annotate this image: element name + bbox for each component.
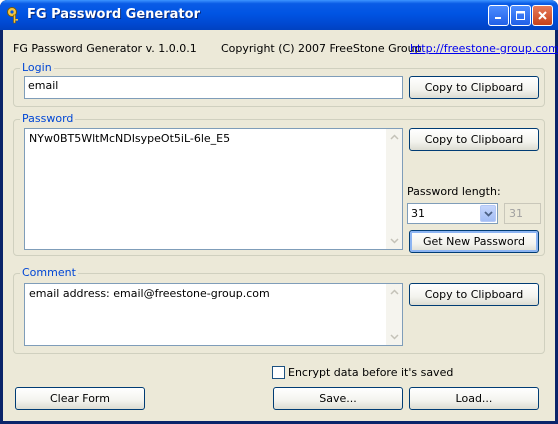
chevron-up-icon (389, 134, 399, 140)
window-title: FG Password Generator (27, 7, 200, 22)
save-button[interactable]: Save... (273, 387, 403, 410)
password-scrollbar[interactable] (386, 129, 402, 249)
clear-form-button[interactable]: Clear Form (15, 387, 145, 410)
minimize-icon (495, 17, 501, 19)
password-length-value: 31 (411, 207, 425, 220)
scroll-down-button[interactable] (386, 329, 402, 345)
login-copy-button[interactable]: Copy to Clipboard (409, 76, 539, 99)
scroll-up-button[interactable] (386, 284, 402, 300)
version-text: FG Password Generator v. 1.0.0.1 (13, 42, 197, 55)
comment-value: email address: email@freestone-group.com (29, 287, 270, 300)
key-icon (7, 7, 18, 24)
scroll-down-button[interactable] (386, 233, 402, 249)
close-icon (538, 11, 547, 20)
password-copy-button[interactable]: Copy to Clipboard (409, 128, 539, 151)
password-group-label: Password (20, 112, 76, 125)
get-new-password-button[interactable]: Get New Password (409, 230, 539, 253)
maximize-icon (516, 11, 525, 20)
close-button[interactable] (532, 5, 553, 26)
password-textarea[interactable]: NYw0BT5WltMcNDIsypeOt5iL-6le_E5 (24, 128, 403, 250)
comment-copy-button[interactable]: Copy to Clipboard (409, 283, 539, 306)
app-window: FG Password Generator FG Password Genera… (0, 0, 558, 424)
login-input[interactable]: email (24, 76, 403, 99)
dropdown-button[interactable] (480, 205, 496, 222)
client-area: FG Password Generator v. 1.0.0.1 Copyrig… (3, 30, 558, 421)
copyright-text: Copyright (C) 2007 FreeStone Group (221, 42, 422, 55)
encrypt-checkbox[interactable] (272, 366, 285, 379)
maximize-button[interactable] (510, 5, 531, 26)
chevron-down-icon (389, 334, 399, 340)
password-length-display: 31 (504, 203, 541, 224)
login-group-label: Login (20, 61, 54, 74)
website-link[interactable]: http://freestone-group.com (410, 42, 558, 55)
comment-textarea[interactable]: email address: email@freestone-group.com (24, 283, 403, 346)
password-length-select[interactable]: 31 (407, 203, 498, 224)
scroll-up-button[interactable] (386, 129, 402, 145)
load-button[interactable]: Load... (409, 387, 539, 410)
password-value: NYw0BT5WltMcNDIsypeOt5iL-6le_E5 (29, 132, 231, 145)
chevron-up-icon (389, 289, 399, 295)
encrypt-label[interactable]: Encrypt data before it's saved (288, 366, 453, 379)
password-length-label: Password length: (407, 185, 501, 198)
minimize-button[interactable] (488, 5, 509, 26)
comment-group-label: Comment (20, 266, 78, 279)
chevron-down-icon (483, 210, 493, 217)
title-bar[interactable]: FG Password Generator (0, 0, 558, 30)
comment-scrollbar[interactable] (386, 284, 402, 345)
chevron-down-icon (389, 238, 399, 244)
